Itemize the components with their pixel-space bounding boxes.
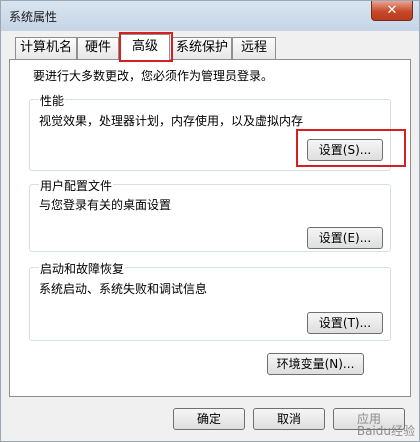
button-label: 设置(T)... [318,316,372,330]
close-button[interactable]: ✕ [371,1,413,21]
tab-label: 系统保护 [175,40,228,55]
tab-computer-name[interactable]: 计算机名 [15,37,77,59]
button-label: 取消 [276,412,301,426]
performance-desc: 视觉效果，处理器计划，内存使用，以及虚拟内存 [39,114,304,128]
tab-label: 计算机名 [19,40,72,55]
system-properties-window: 系统属性 ✕ 计算机名 硬件 高级 系统保护 远程 要进行大多数更改，您必须作为… [0,0,420,442]
environment-variables-button[interactable]: 环境变量(N)... [267,353,364,375]
tab-system-protection[interactable]: 系统保护 [172,37,232,59]
button-label: 环境变量(N)... [276,357,355,371]
startup-recovery-desc: 系统启动、系统失败和调试信息 [39,282,208,296]
tab-label: 硬件 [84,40,111,55]
admin-note: 要进行大多数更改，您必须作为管理员登录。 [33,69,274,83]
tab-remote[interactable]: 远程 [232,37,276,59]
close-icon: ✕ [386,3,398,18]
settings-button-highlight [296,129,406,167]
button-label: 确定 [196,412,221,426]
advanced-tab-highlight [119,32,173,62]
tab-hardware[interactable]: 硬件 [77,37,119,59]
window-title: 系统属性 [9,10,58,24]
title-bar[interactable]: 系统属性 ✕ [1,1,419,31]
ok-button[interactable]: 确定 [173,408,245,430]
user-profiles-settings-button[interactable]: 设置(E)... [307,227,383,249]
performance-title: 性能 [39,92,66,109]
user-profiles-title: 用户配置文件 [39,177,114,194]
watermark: Baidu经验 [356,424,415,438]
user-profiles-desc: 与您登录有关的桌面设置 [39,198,172,212]
tab-label: 远程 [240,40,267,55]
cancel-button[interactable]: 取消 [253,408,325,430]
button-label: 设置(E)... [318,231,372,245]
startup-recovery-title: 启动和故障恢复 [39,260,126,277]
startup-recovery-settings-button[interactable]: 设置(T)... [307,312,383,334]
